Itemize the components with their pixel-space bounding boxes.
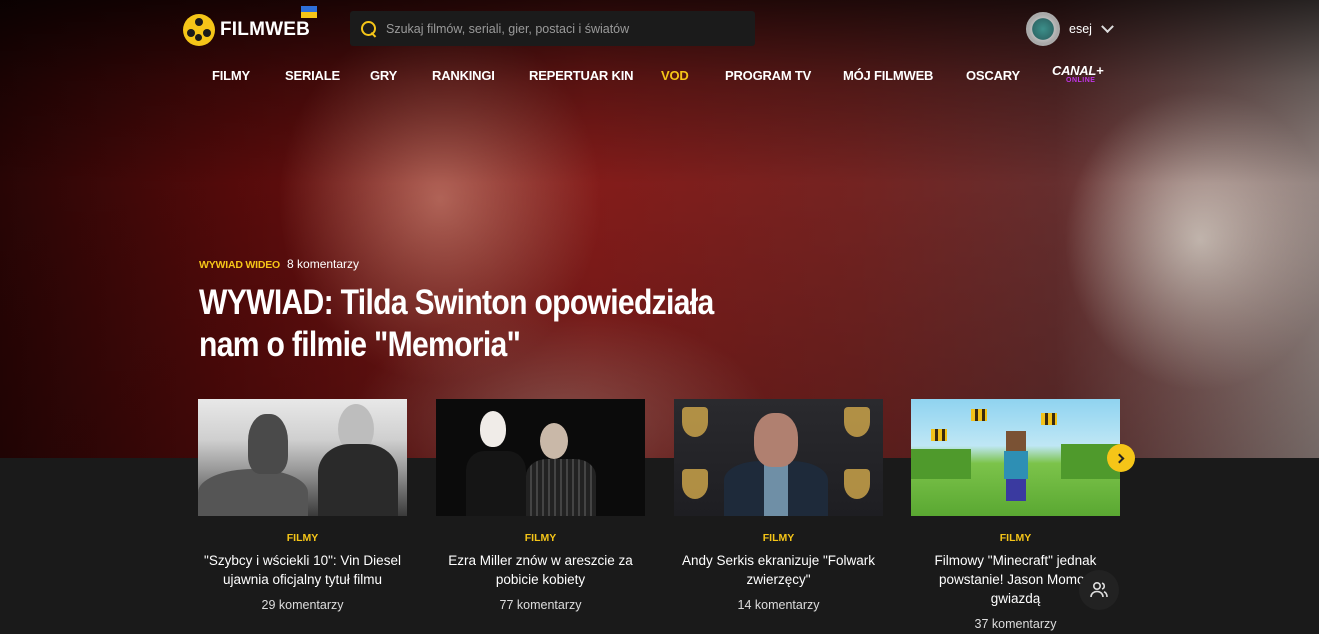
news-card-thumbnail[interactable] xyxy=(198,399,407,516)
community-button[interactable] xyxy=(1079,570,1119,610)
people-icon xyxy=(1090,581,1108,598)
ukraine-flag-icon xyxy=(301,6,317,18)
logo-text: FILMWEB xyxy=(220,19,311,40)
chevron-right-icon xyxy=(1114,453,1125,463)
nav-item-rankingi[interactable]: RANKINGI xyxy=(432,68,495,83)
search-icon[interactable] xyxy=(360,20,378,38)
nav-item-repertuar-kin[interactable]: REPERTUAR KIN xyxy=(529,68,633,83)
hero-title-line-1: WYWIAD: Tilda Swinton opowiedziała xyxy=(199,283,714,322)
carousel-next-button[interactable] xyxy=(1107,444,1135,472)
nav-item-oscary[interactable]: OSCARY xyxy=(966,68,1020,83)
hero-meta: WYWIAD WIDEO 8 komentarzy xyxy=(199,257,359,271)
news-card-category[interactable]: FILMY xyxy=(436,532,645,544)
news-card-comments[interactable]: 77 komentarzy xyxy=(436,598,645,612)
search-input[interactable] xyxy=(386,21,746,36)
news-card-category[interactable]: FILMY xyxy=(674,532,883,544)
news-card-thumbnail[interactable] xyxy=(911,399,1120,516)
page: FILMWEB esej FILMY SERIALE GRY RANKINGI … xyxy=(0,0,1319,634)
hero-category-tag[interactable]: WYWIAD WIDEO xyxy=(199,259,280,271)
nav-item-moj-filmweb[interactable]: MÓJ FILMWEB xyxy=(843,68,933,83)
hero-title-line-2: nam o filmie "Memoria" xyxy=(199,325,521,364)
news-card[interactable]: FILMY Andy Serkis ekranizuje "Folwark zw… xyxy=(674,399,883,612)
search-bar[interactable] xyxy=(350,11,755,46)
hero-comments-count[interactable]: 8 komentarzy xyxy=(287,257,359,271)
news-card-title[interactable]: "Szybcy i wściekli 10": Vin Diesel ujawn… xyxy=(198,551,407,589)
nav-item-filmy[interactable]: FILMY xyxy=(212,68,250,83)
canal-plus-logo: CANAL+ xyxy=(1052,63,1104,78)
news-card-category[interactable]: FILMY xyxy=(198,532,407,544)
avatar[interactable] xyxy=(1026,12,1060,46)
username[interactable]: esej xyxy=(1069,22,1092,36)
nav-item-seriale[interactable]: SERIALE xyxy=(285,68,340,83)
main-nav: FILMY SERIALE GRY RANKINGI REPERTUAR KIN… xyxy=(0,62,1319,90)
nav-item-gry[interactable]: GRY xyxy=(370,68,397,83)
news-card[interactable]: FILMY Ezra Miller znów w areszcie za pob… xyxy=(436,399,645,612)
news-card-thumbnail[interactable] xyxy=(674,399,883,516)
news-card-title[interactable]: Ezra Miller znów w areszcie za pobicie k… xyxy=(436,551,645,589)
news-card-title[interactable]: Andy Serkis ekranizuje "Folwark zwierzęc… xyxy=(674,551,883,589)
film-reel-icon xyxy=(183,14,215,46)
news-card-category[interactable]: FILMY xyxy=(911,532,1120,544)
news-card-thumbnail[interactable] xyxy=(436,399,645,516)
hero-title[interactable]: WYWIAD: Tilda Swinton opowiedziała nam o… xyxy=(199,282,818,366)
news-card-comments[interactable]: 29 komentarzy xyxy=(198,598,407,612)
user-menu[interactable]: esej xyxy=(1026,12,1114,46)
nav-item-vod[interactable]: VOD xyxy=(661,68,689,83)
news-card-comments[interactable]: 14 komentarzy xyxy=(674,598,883,612)
filmweb-logo[interactable]: FILMWEB xyxy=(183,6,317,46)
nav-item-program-tv[interactable]: PROGRAM TV xyxy=(725,68,811,83)
chevron-down-icon[interactable] xyxy=(1101,19,1114,33)
canal-plus-online-link[interactable]: CANAL+ ONLINE xyxy=(1052,63,1104,84)
canal-online-label: ONLINE xyxy=(1066,77,1096,84)
news-card-comments[interactable]: 37 komentarzy xyxy=(911,617,1120,631)
news-card[interactable]: FILMY "Szybcy i wściekli 10": Vin Diesel… xyxy=(198,399,407,612)
